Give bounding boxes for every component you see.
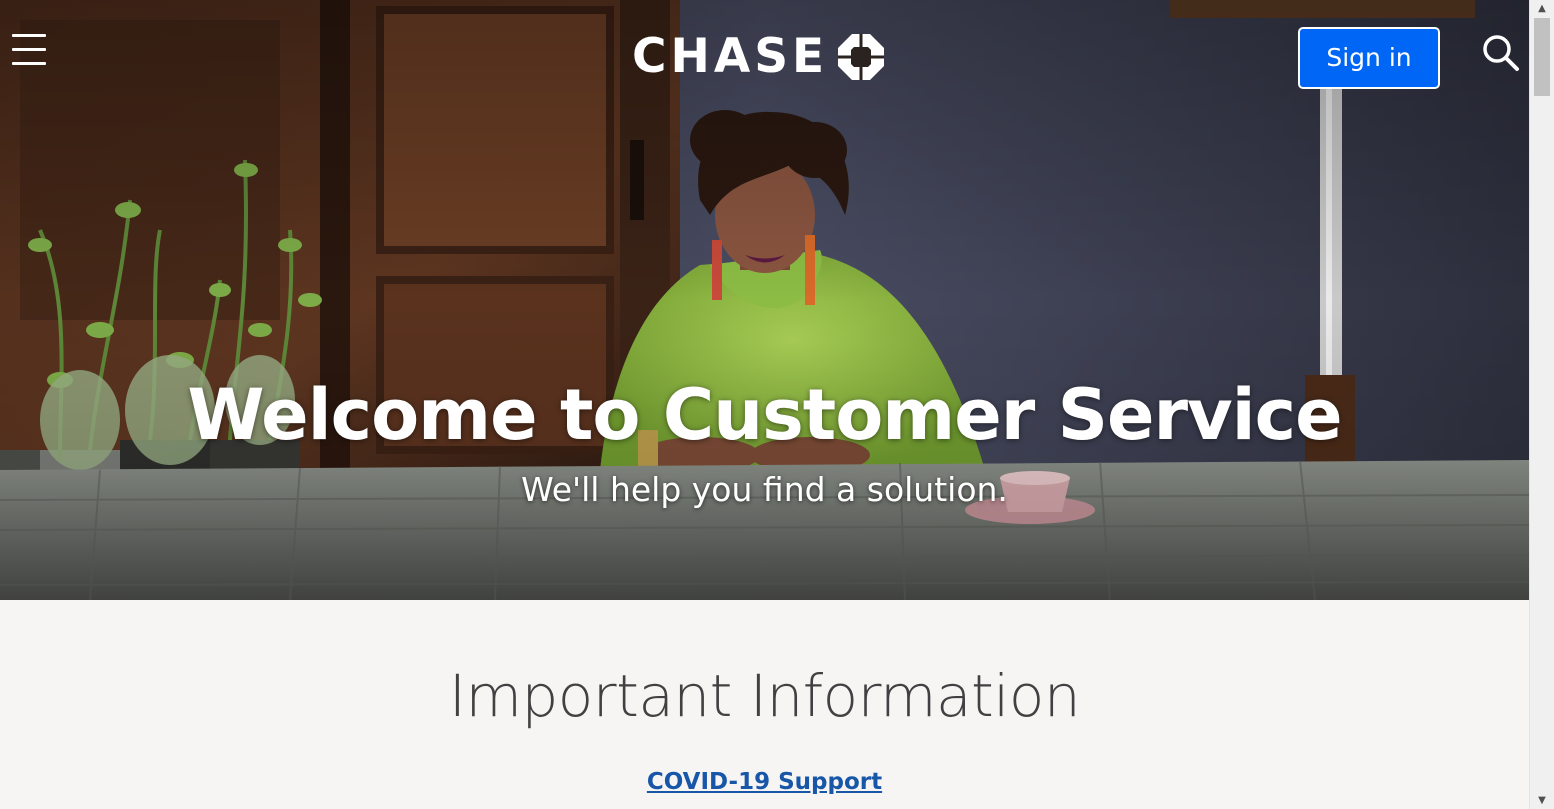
important-information-section: Important Information COVID-19 Support xyxy=(0,600,1529,809)
covid-19-support-link[interactable]: COVID-19 Support xyxy=(647,769,882,795)
important-information-heading: Important Information xyxy=(448,662,1081,730)
covid-support-link-wrapper: COVID-19 Support xyxy=(0,766,1529,798)
chase-logo[interactable]: CHASE xyxy=(632,29,885,84)
hero-subtitle: We'll help you find a solution. xyxy=(521,470,1008,509)
hero-title: Welcome to Customer Service xyxy=(187,374,1342,456)
page-viewport: CHASE Sign in Welcome to Customer Servic… xyxy=(0,0,1529,809)
sign-in-button[interactable]: Sign in xyxy=(1298,27,1440,89)
scroll-up-arrow-icon[interactable]: ▲ xyxy=(1530,0,1554,17)
hero-banner: CHASE Sign in Welcome to Customer Servic… xyxy=(0,0,1529,600)
search-icon[interactable] xyxy=(1480,32,1520,72)
chase-octagon-logo-icon xyxy=(838,34,885,80)
scroll-down-arrow-icon[interactable]: ▼ xyxy=(1530,792,1554,809)
logo-wordmark: CHASE xyxy=(632,29,829,84)
page-scrollbar[interactable]: ▲ ▼ xyxy=(1529,0,1554,809)
hamburger-menu-icon[interactable] xyxy=(10,32,48,68)
scrollbar-thumb[interactable] xyxy=(1534,18,1550,96)
